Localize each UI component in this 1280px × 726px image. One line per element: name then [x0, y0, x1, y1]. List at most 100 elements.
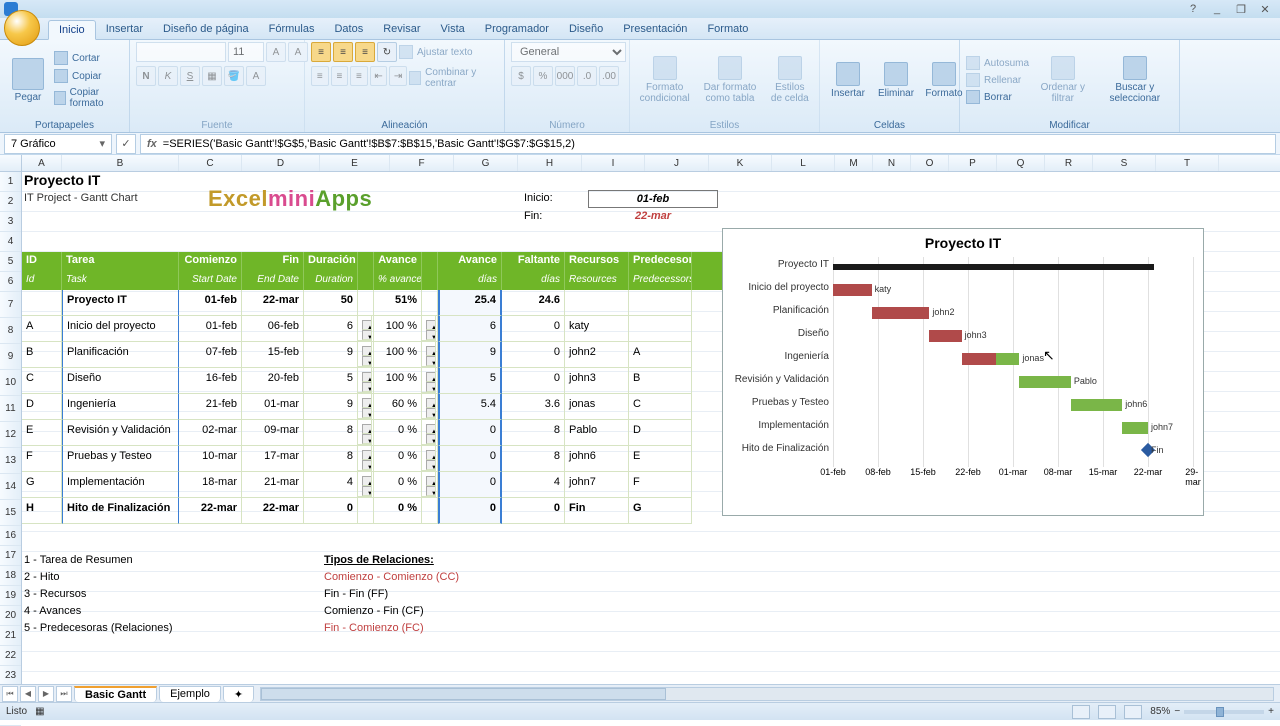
maximize-button[interactable]: ❐ — [1230, 2, 1252, 16]
column-headers[interactable]: ABCDEFGHIJKLMNOPQRST — [0, 155, 1280, 172]
align-right-button[interactable]: ≡ — [350, 66, 368, 86]
table-row[interactable]: AInicio del proyecto01-feb06-feb6▲▼100 %… — [22, 316, 722, 342]
sheet-tab[interactable]: Basic Gantt — [74, 686, 157, 702]
zoom-level[interactable]: 85% — [1150, 706, 1170, 717]
decrease-font-icon[interactable]: A — [288, 42, 308, 62]
table-row[interactable]: FPruebas y Testeo10-mar17-mar8▲▼0 %▲▼08j… — [22, 446, 722, 472]
insert-cells-button[interactable]: Insertar — [826, 60, 870, 101]
font-size-input[interactable] — [228, 42, 264, 62]
underline-button[interactable]: S — [180, 66, 200, 86]
spinner-control[interactable]: ▲▼ — [422, 368, 436, 393]
gantt-table[interactable]: IDTareaComienzoFinDuraciónAvanceAvanceFa… — [22, 252, 722, 524]
sort-filter-button[interactable]: Ordenar y filtrar — [1033, 54, 1093, 106]
align-top-button[interactable]: ≡ — [311, 42, 331, 62]
orientation-button[interactable]: ↻ — [377, 42, 397, 62]
minimize-button[interactable]: _ — [1206, 2, 1228, 16]
column-header[interactable]: J — [645, 155, 709, 171]
format-as-table-button[interactable]: Dar formato como tabla — [697, 54, 762, 106]
column-header[interactable]: I — [582, 155, 645, 171]
ribbon-tab-fórmulas[interactable]: Fórmulas — [259, 20, 325, 39]
zoom-out-button[interactable]: − — [1174, 706, 1180, 717]
ribbon-tab-presentación[interactable]: Presentación — [613, 20, 697, 39]
border-button[interactable]: ▦ — [202, 66, 222, 86]
column-header[interactable]: F — [390, 155, 454, 171]
spinner-control[interactable]: ▲▼ — [358, 394, 372, 419]
new-sheet-button[interactable]: ✦ — [223, 686, 254, 702]
zoom-in-button[interactable]: + — [1268, 706, 1274, 717]
chart-plot-area[interactable]: ↖ Proyecto ITInicio del proyectokatyPlan… — [833, 257, 1193, 467]
name-box[interactable]: 7 Gráfico▾ — [4, 134, 112, 154]
sheet-tab[interactable]: Ejemplo — [159, 686, 221, 702]
column-header[interactable]: A — [22, 155, 62, 171]
sheet-nav-first[interactable]: ⏮ — [2, 686, 18, 702]
row-headers[interactable]: 1234567891011121314151617181920212223242… — [0, 172, 22, 694]
increase-decimal-button[interactable]: .0 — [577, 66, 597, 86]
horizontal-scrollbar[interactable] — [260, 687, 1274, 701]
delete-cells-button[interactable]: Eliminar — [874, 60, 918, 101]
cut-button[interactable]: Cortar — [54, 50, 123, 66]
copy-button[interactable]: Copiar — [54, 68, 123, 84]
spinner-control[interactable]: ▲▼ — [422, 472, 436, 497]
formula-input[interactable]: fx=SERIES('Basic Gantt'!$G$5,'Basic Gant… — [140, 134, 1276, 154]
sheet-nav-last[interactable]: ⏭ — [56, 686, 72, 702]
decrease-indent-button[interactable]: ⇤ — [370, 66, 388, 86]
fill-color-button[interactable]: 🪣 — [224, 66, 244, 86]
bold-button[interactable]: N — [136, 66, 156, 86]
italic-button[interactable]: K — [158, 66, 178, 86]
worksheet-grid[interactable]: Proyecto IT IT Project - Gantt Chart Exc… — [22, 172, 1280, 694]
font-name-input[interactable] — [136, 42, 226, 62]
increase-indent-button[interactable]: ⇥ — [389, 66, 407, 86]
spinner-control[interactable]: ▲▼ — [358, 472, 372, 497]
percent-button[interactable]: % — [533, 66, 553, 86]
paste-button[interactable]: Pegar — [6, 56, 50, 105]
column-header[interactable]: D — [242, 155, 320, 171]
column-header[interactable]: R — [1045, 155, 1093, 171]
ribbon-tab-revisar[interactable]: Revisar — [373, 20, 430, 39]
comma-button[interactable]: 000 — [555, 66, 575, 86]
ribbon-tab-insertar[interactable]: Insertar — [96, 20, 153, 39]
conditional-format-button[interactable]: Formato condicional — [636, 54, 693, 106]
merge-center-button[interactable]: Combinar y centrar — [409, 66, 498, 90]
ribbon-tab-formato[interactable]: Formato — [697, 20, 758, 39]
column-header[interactable]: H — [518, 155, 582, 171]
gantt-chart[interactable]: Proyecto IT ↖ Proyecto ITInicio del proy… — [722, 228, 1204, 516]
ribbon-tab-datos[interactable]: Datos — [324, 20, 373, 39]
align-center-button[interactable]: ≡ — [331, 66, 349, 86]
cancel-formula-icon[interactable]: ✓ — [116, 134, 136, 154]
column-header[interactable]: B — [62, 155, 179, 171]
spinner-control[interactable]: ▲▼ — [358, 446, 372, 471]
ribbon-tab-vista[interactable]: Vista — [431, 20, 475, 39]
column-header[interactable]: C — [179, 155, 242, 171]
align-middle-button[interactable]: ≡ — [333, 42, 353, 62]
ribbon-tab-inicio[interactable]: Inicio — [48, 20, 96, 40]
macro-icon[interactable]: ▦ — [35, 706, 44, 717]
increase-font-icon[interactable]: A — [266, 42, 286, 62]
ribbon-tab-diseño-de-página[interactable]: Diseño de página — [153, 20, 259, 39]
close-button[interactable]: ✕ — [1254, 2, 1276, 16]
column-header[interactable]: T — [1156, 155, 1219, 171]
spinner-control[interactable]: ▲▼ — [358, 368, 372, 393]
number-format-select[interactable]: General — [511, 42, 626, 62]
spinner-control[interactable]: ▲▼ — [422, 446, 436, 471]
spinner-control[interactable]: ▲▼ — [422, 394, 436, 419]
clear-button[interactable]: Borrar — [966, 89, 1029, 105]
currency-button[interactable]: $ — [511, 66, 531, 86]
table-row[interactable]: ERevisión y Validación02-mar09-mar8▲▼0 %… — [22, 420, 722, 446]
table-row[interactable]: DIngeniería21-feb01-mar9▲▼60 %▲▼5.43.6jo… — [22, 394, 722, 420]
sheet-nav-next[interactable]: ▶ — [38, 686, 54, 702]
column-header[interactable]: P — [949, 155, 997, 171]
help-icon[interactable]: ? — [1182, 2, 1204, 16]
start-date-box[interactable]: 01-feb — [588, 190, 718, 208]
office-button[interactable] — [4, 10, 40, 46]
spinner-control[interactable]: ▲▼ — [358, 342, 372, 367]
column-header[interactable]: E — [320, 155, 390, 171]
ribbon-tab-programador[interactable]: Programador — [475, 20, 559, 39]
table-row[interactable]: CDiseño16-feb20-feb5▲▼100 %▲▼50john3B — [22, 368, 722, 394]
align-left-button[interactable]: ≡ — [311, 66, 329, 86]
align-bottom-button[interactable]: ≡ — [355, 42, 375, 62]
fill-button[interactable]: Rellenar — [966, 72, 1029, 88]
font-color-button[interactable]: A — [246, 66, 266, 86]
column-header[interactable]: G — [454, 155, 518, 171]
cell-styles-button[interactable]: Estilos de celda — [767, 54, 813, 106]
table-row[interactable]: HHito de Finalización22-mar22-mar00 %00F… — [22, 498, 722, 524]
